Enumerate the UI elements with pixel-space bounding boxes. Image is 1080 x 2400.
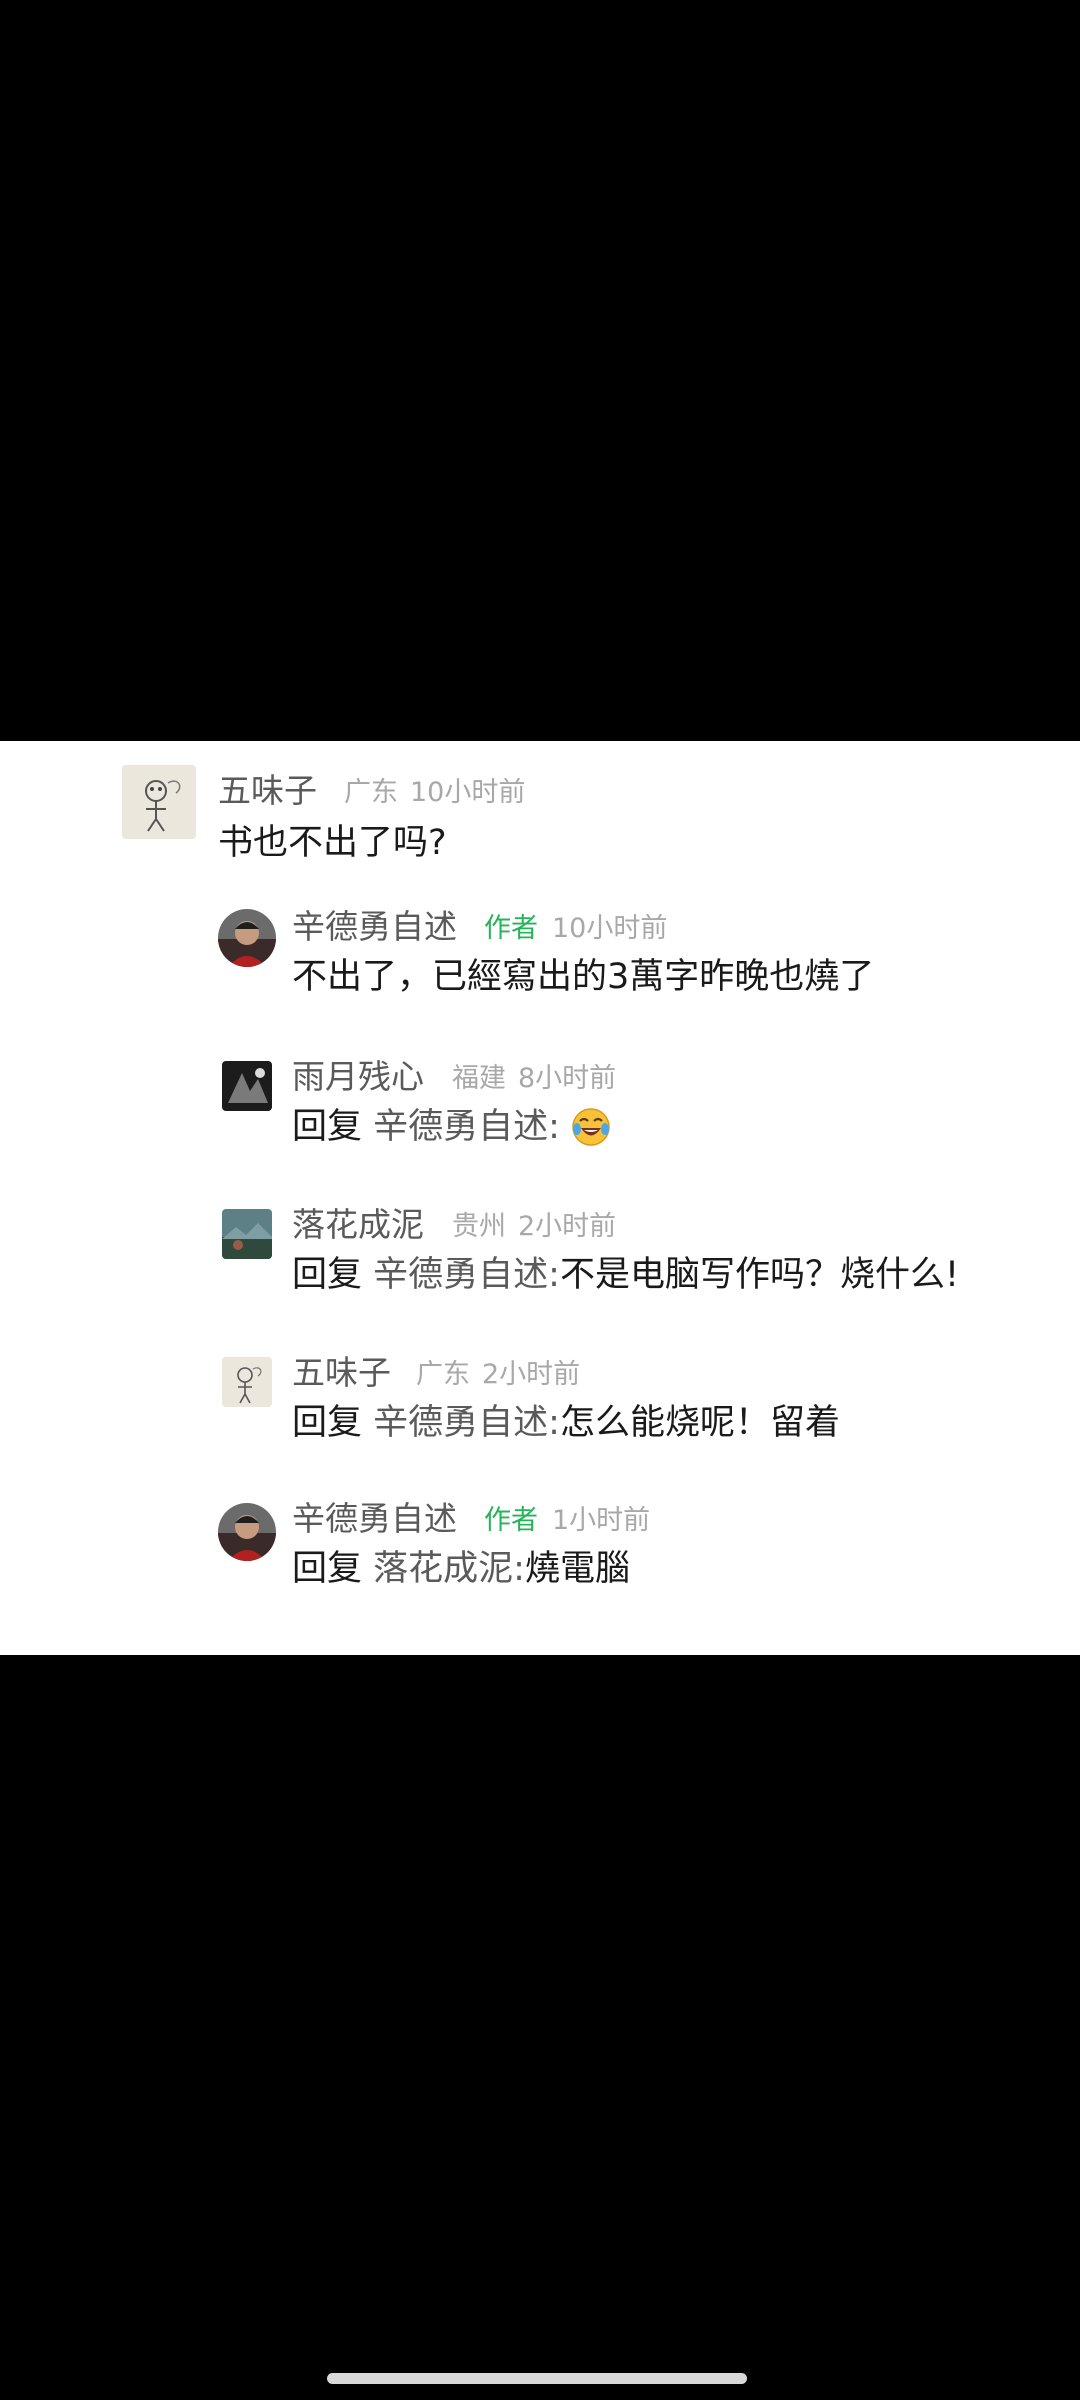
reply-username[interactable]: 雨月残心 bbox=[292, 1057, 424, 1097]
dark-photo-avatar-icon[interactable] bbox=[222, 1061, 272, 1111]
author-badge: 作者 bbox=[484, 1505, 538, 1536]
reply-prefix: 回复 bbox=[292, 1255, 363, 1295]
reply-prefix: 回复 bbox=[292, 1403, 363, 1443]
comment-location: 广东 bbox=[344, 777, 398, 808]
reply-time: 8小时前 bbox=[518, 1063, 617, 1094]
reply-meta: 贵州 2小时前 bbox=[452, 1207, 616, 1247]
reply-target-user[interactable]: 辛德勇自述: bbox=[373, 1255, 560, 1295]
comment-meta: 广东 10小时前 bbox=[344, 773, 525, 813]
laughing-crying-emoji-icon bbox=[571, 1107, 611, 1147]
reply-username[interactable]: 辛德勇自述 bbox=[292, 1499, 457, 1539]
reply-location: 贵州 bbox=[452, 1211, 506, 1242]
reply-target-user[interactable]: 落花成泥: bbox=[373, 1549, 525, 1589]
reply-prefix: 回复 bbox=[292, 1107, 363, 1147]
reply-username[interactable]: 落花成泥 bbox=[292, 1205, 424, 1245]
author-badge: 作者 bbox=[484, 913, 538, 944]
reply-text: 不出了，已經寫出的3萬字昨晚也燒了 bbox=[292, 957, 875, 997]
home-indicator[interactable] bbox=[327, 2373, 747, 2384]
reply-username[interactable]: 辛德勇自述 bbox=[292, 907, 457, 947]
reply-text: 怎么能烧呢！留着 bbox=[559, 1403, 840, 1443]
comment-text: 书也不出了吗? bbox=[218, 823, 447, 863]
reply-time: 2小时前 bbox=[518, 1211, 617, 1242]
reply-time: 2小时前 bbox=[482, 1359, 581, 1390]
reply-prefix: 回复 bbox=[292, 1549, 363, 1589]
reply-item[interactable]: 雨月残心 福建 8小时前 回复 辛德勇自述: bbox=[0, 1039, 1080, 1159]
reply-text-line: 回复 辛德勇自述: bbox=[292, 1105, 611, 1149]
reply-text-line: 回复 辛德勇自述:不是电脑写作吗？烧什么! bbox=[292, 1253, 959, 1297]
reply-item[interactable]: 五味子 广东 2小时前 回复 辛德勇自述:怎么能烧呢！留着 bbox=[0, 1335, 1080, 1455]
comment-username[interactable]: 五味子 bbox=[218, 771, 317, 811]
screen: 五味子 广东 10小时前 书也不出了吗? 辛德勇自述 作者 10小时前 不出了，已… bbox=[0, 0, 1080, 2400]
landscape-avatar-icon[interactable] bbox=[222, 1209, 272, 1259]
reply-text-line: 回复 辛德勇自述:怎么能烧呢！留着 bbox=[292, 1401, 840, 1445]
reply-text-line: 回复 落花成泥:燒電腦 bbox=[292, 1547, 630, 1591]
man-portrait-avatar-icon[interactable] bbox=[218, 909, 276, 967]
reply-time: 1小时前 bbox=[552, 1505, 651, 1536]
sketch-avatar-icon[interactable] bbox=[222, 1357, 272, 1407]
reply-meta: 广东 2小时前 bbox=[416, 1355, 580, 1395]
comment-item[interactable]: 五味子 广东 10小时前 书也不出了吗? bbox=[0, 741, 1080, 863]
reply-item[interactable]: 辛德勇自述 作者 1小时前 回复 落花成泥:燒電腦 bbox=[0, 1481, 1080, 1611]
reply-location: 福建 bbox=[452, 1063, 506, 1094]
reply-target-user[interactable]: 辛德勇自述: bbox=[373, 1403, 560, 1443]
comment-time: 10小时前 bbox=[410, 777, 526, 808]
reply-time: 10小时前 bbox=[552, 913, 668, 944]
reply-item[interactable]: 落花成泥 贵州 2小时前 回复 辛德勇自述:不是电脑写作吗？烧什么! bbox=[0, 1187, 1080, 1307]
reply-text: 不是电脑写作吗？烧什么! bbox=[559, 1255, 959, 1295]
reply-meta: 福建 8小时前 bbox=[452, 1059, 616, 1099]
comment-panel: 五味子 广东 10小时前 书也不出了吗? 辛德勇自述 作者 10小时前 不出了，已… bbox=[0, 741, 1080, 1655]
reply-text: 燒電腦 bbox=[524, 1549, 630, 1589]
man-portrait-avatar-icon[interactable] bbox=[218, 1503, 276, 1561]
reply-location: 广东 bbox=[416, 1359, 470, 1390]
sketch-avatar-icon[interactable] bbox=[122, 765, 196, 839]
reply-username[interactable]: 五味子 bbox=[292, 1353, 391, 1393]
reply-target-user[interactable]: 辛德勇自述: bbox=[373, 1107, 560, 1147]
reply-item[interactable]: 辛德勇自述 作者 10小时前 不出了，已經寫出的3萬字昨晚也燒了 bbox=[0, 889, 1080, 1009]
